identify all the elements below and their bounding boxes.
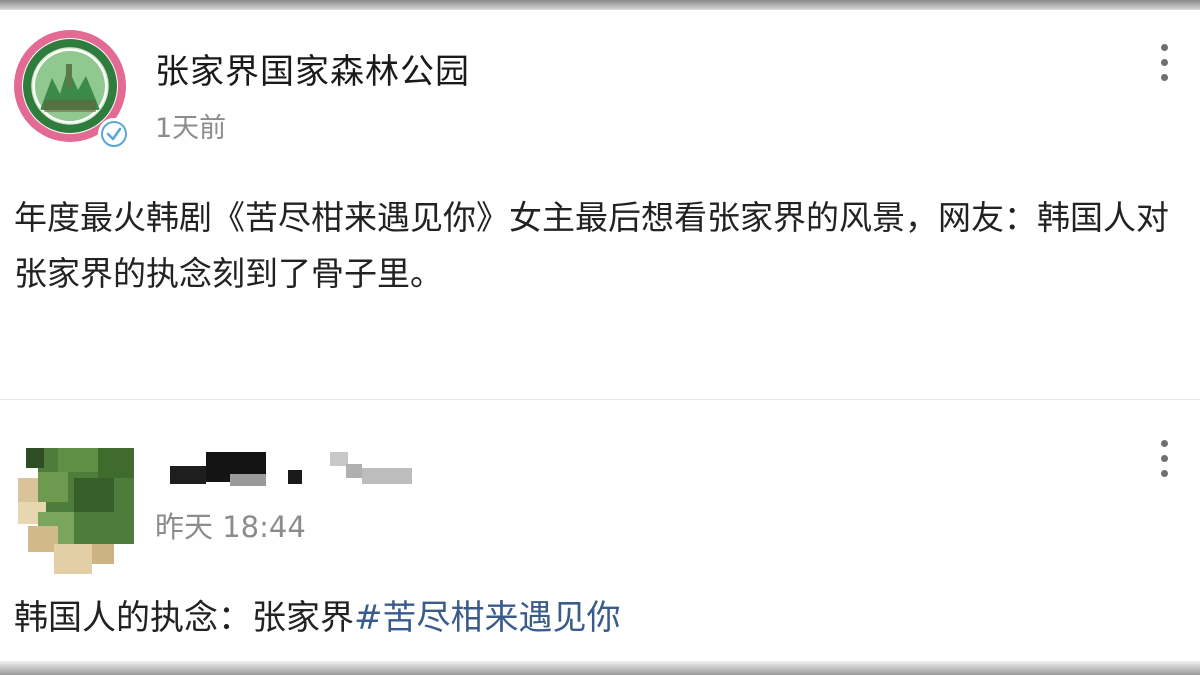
- verified-badge: [98, 118, 130, 150]
- post-time: 昨天 18:44: [155, 510, 306, 544]
- author-name[interactable]: 张家界国家森林公园: [155, 44, 470, 93]
- post-body: 韩国人的执念：张家界#苦尽柑来遇见你: [14, 590, 621, 639]
- hashtag-link[interactable]: #苦尽柑来遇见你: [354, 598, 621, 638]
- section-gap: [0, 322, 1200, 400]
- post-time: 1天前: [155, 113, 227, 144]
- screenshot-frame: 张家界国家森林公园 1天前 年度最火韩剧《苦尽柑来遇见你》女主最后想看张家界的风…: [0, 0, 1200, 675]
- post-body: 年度最火韩剧《苦尽柑来遇见你》女主最后想看张家界的风景，网友：韩国人对张家界的执…: [14, 198, 1169, 293]
- pixelated-avatar-icon[interactable]: [18, 448, 134, 574]
- more-vertical-icon[interactable]: [1158, 440, 1170, 484]
- post-body-text: 韩国人的执念：张家界: [14, 598, 354, 638]
- bottom-edge-shadow: [0, 661, 1200, 675]
- top-edge-shadow: [0, 0, 1200, 10]
- more-vertical-icon[interactable]: [1158, 44, 1170, 88]
- verified-badge-icon: [101, 121, 127, 147]
- author-name-redacted: [170, 448, 430, 488]
